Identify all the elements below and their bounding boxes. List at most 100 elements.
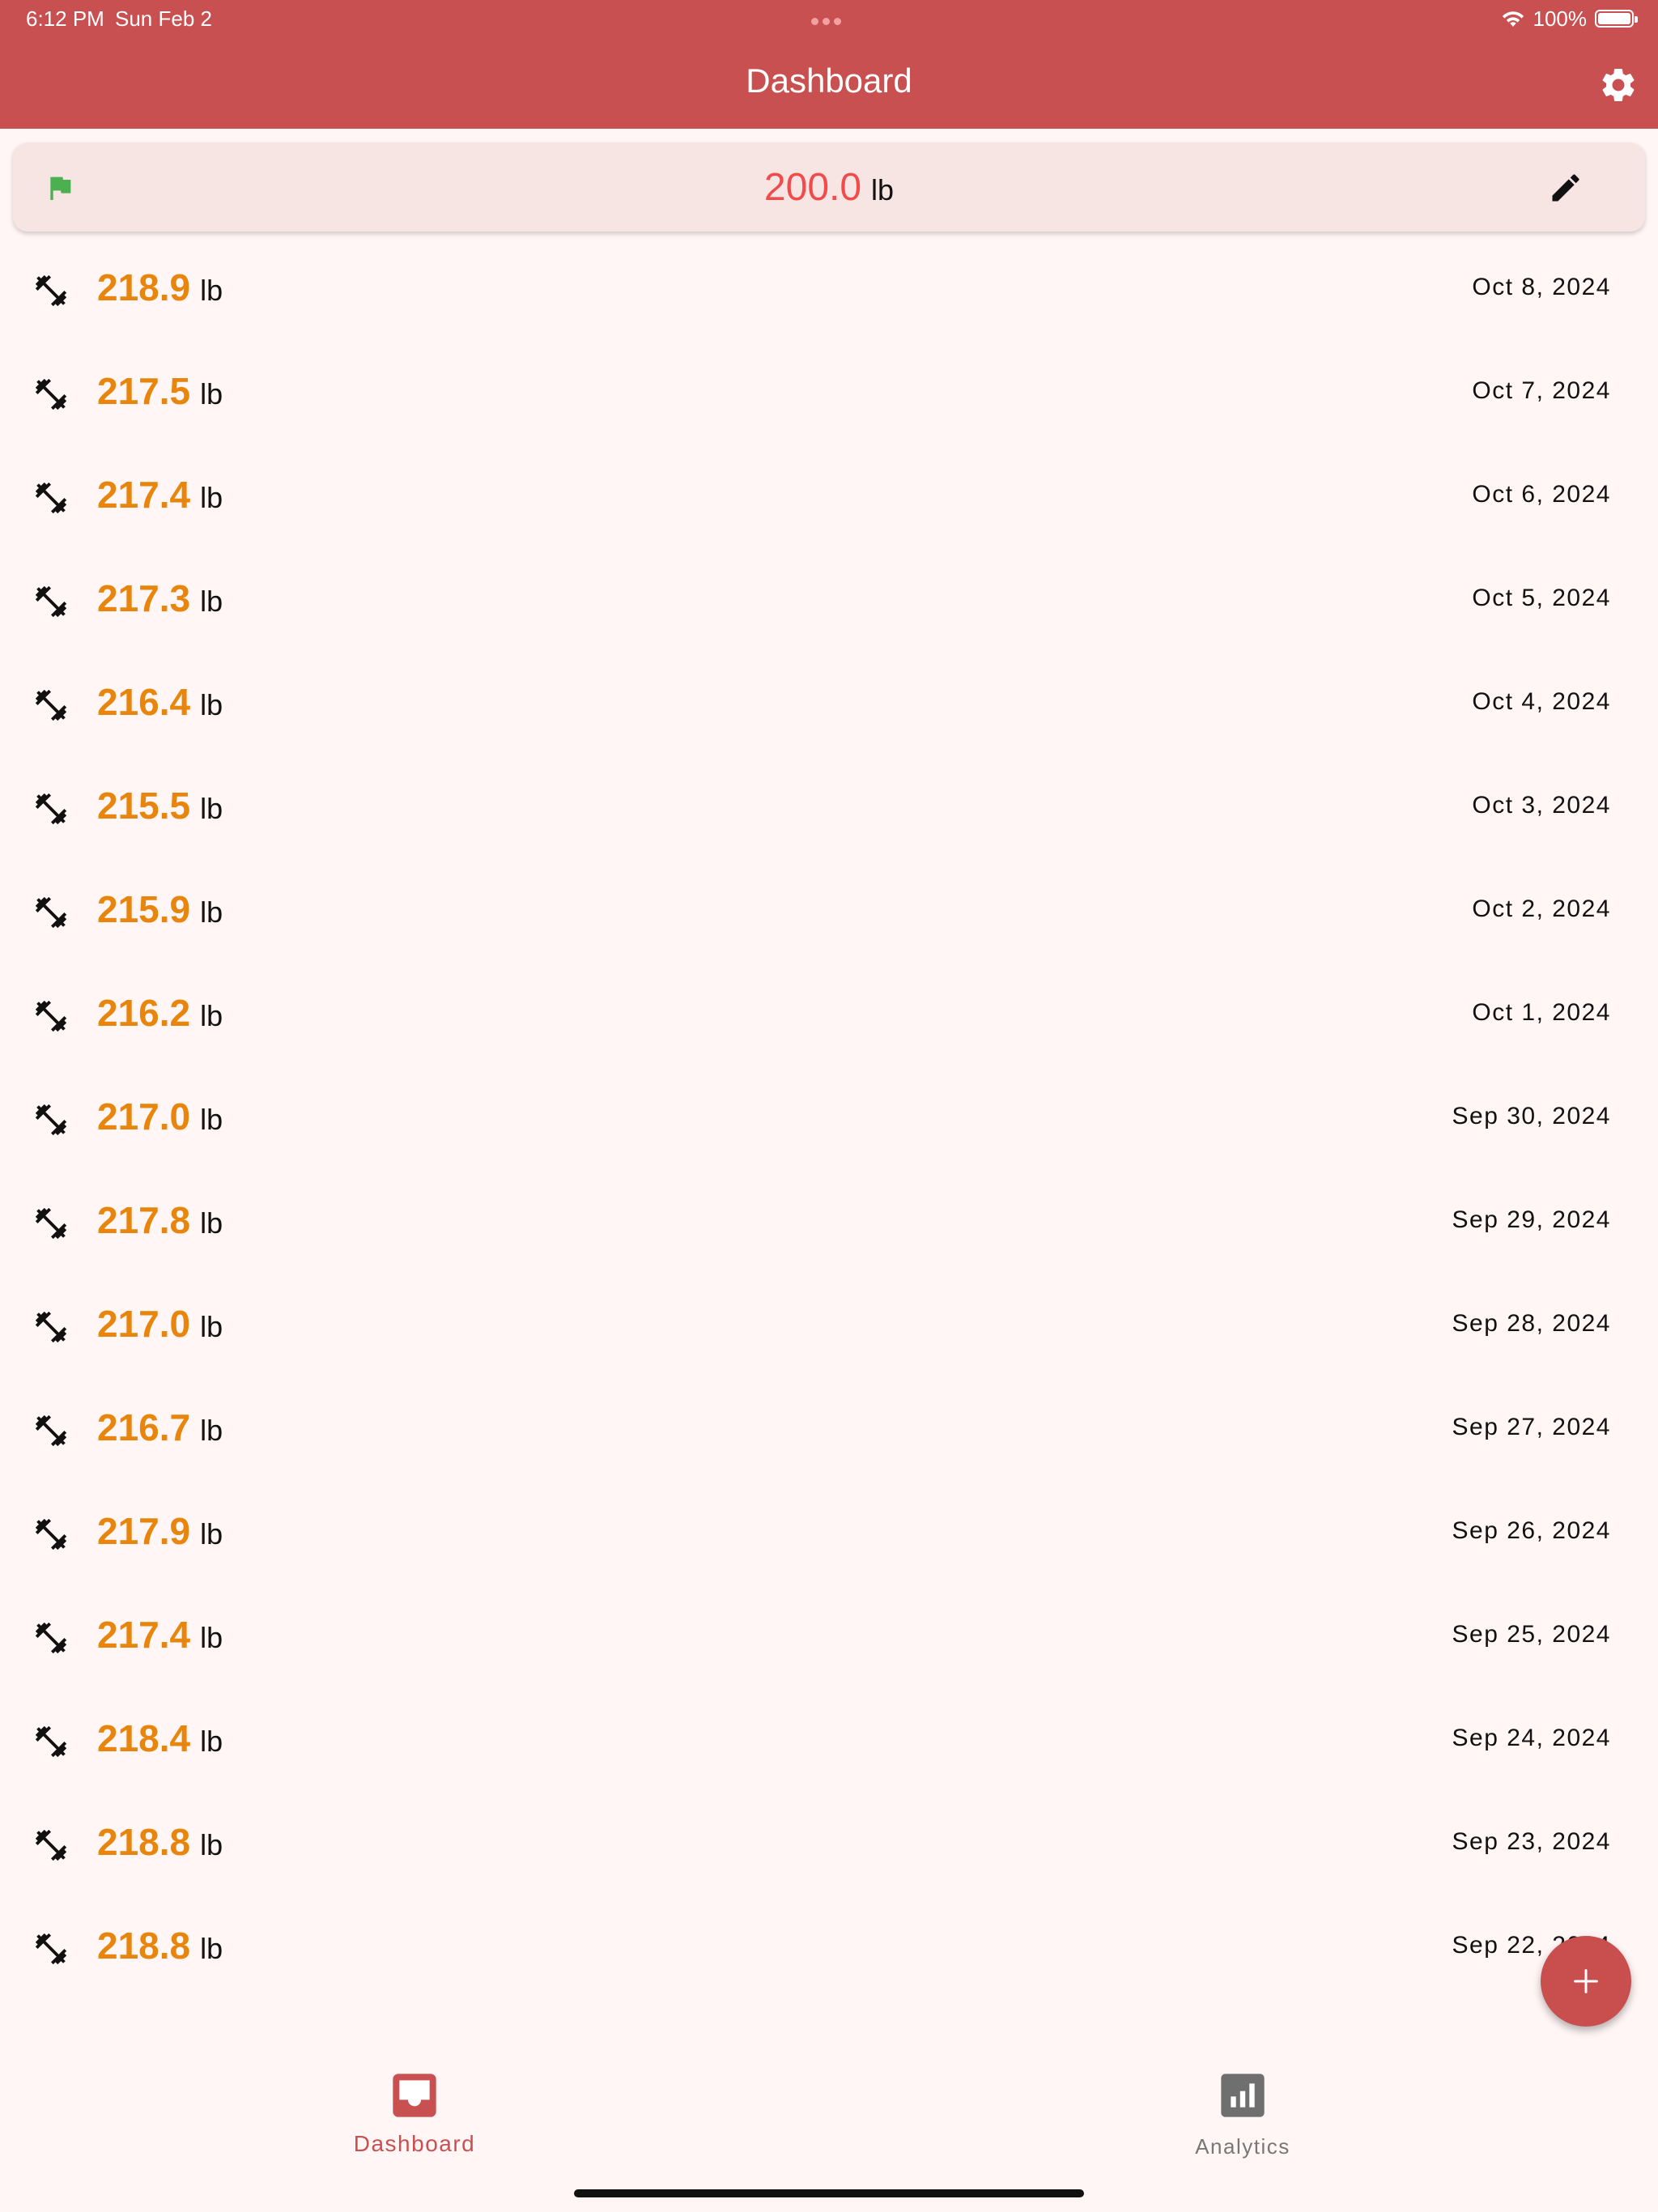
entry-date: Sep 26, 2024 xyxy=(1452,1517,1611,1544)
list-item[interactable]: 217.8 lb Sep 29, 2024 xyxy=(0,1168,1658,1271)
entry-weight-value: 217.8 xyxy=(97,1199,191,1241)
entry-weight-unit: lb xyxy=(200,481,223,514)
entry-weight-unit: lb xyxy=(200,274,223,307)
plus-icon xyxy=(1574,1969,1598,1993)
app-bar: 6:12 PM Sun Feb 2 100% Dashboard xyxy=(0,0,1658,129)
goal-card[interactable]: 200.0 lb xyxy=(13,143,1645,232)
add-entry-button[interactable] xyxy=(1541,1936,1631,2027)
entry-weight-unit: lb xyxy=(200,1725,223,1758)
entry-date: Oct 5, 2024 xyxy=(1472,585,1611,611)
entry-weight-unit: lb xyxy=(200,1517,223,1551)
fitness-dumbbell-icon xyxy=(32,479,70,517)
entry-weight: 217.3 lb xyxy=(97,576,223,620)
entry-weight-value: 218.4 xyxy=(97,1717,191,1759)
fitness-dumbbell-icon xyxy=(32,1723,70,1760)
fitness-dumbbell-icon xyxy=(32,1205,70,1242)
entry-weight: 217.9 lb xyxy=(97,1509,223,1553)
fitness-dumbbell-icon xyxy=(32,1827,70,1864)
entry-weight: 217.5 lb xyxy=(97,369,223,413)
fitness-dumbbell-icon xyxy=(32,894,70,931)
tab-analytics[interactable]: Analytics xyxy=(1081,2048,1405,2162)
list-item[interactable]: 216.4 lb Oct 4, 2024 xyxy=(0,649,1658,753)
fitness-dumbbell-icon xyxy=(32,790,70,827)
list-item[interactable]: 218.8 lb Sep 22, 2024 xyxy=(0,1893,1658,1997)
page-title: Dashboard xyxy=(746,62,912,100)
tab-analytics-label: Analytics xyxy=(1195,2134,1290,2159)
bar-chart-icon xyxy=(1221,2074,1265,2117)
entry-weight-unit: lb xyxy=(200,1414,223,1447)
wifi-icon xyxy=(1502,11,1524,27)
list-item[interactable]: 217.4 lb Sep 25, 2024 xyxy=(0,1582,1658,1686)
entry-weight: 217.4 lb xyxy=(97,473,223,517)
entry-date: Oct 6, 2024 xyxy=(1472,481,1611,508)
entry-weight-value: 217.4 xyxy=(97,474,191,516)
entry-weight: 217.0 lb xyxy=(97,1095,223,1138)
list-item[interactable]: 218.8 lb Sep 23, 2024 xyxy=(0,1789,1658,1893)
entry-date: Sep 24, 2024 xyxy=(1452,1725,1611,1751)
entry-weight: 217.4 lb xyxy=(97,1613,223,1657)
inbox-icon xyxy=(393,2074,436,2117)
entry-date: Sep 29, 2024 xyxy=(1452,1206,1611,1233)
list-item[interactable]: 217.4 lb Oct 6, 2024 xyxy=(0,442,1658,546)
entry-weight: 216.7 lb xyxy=(97,1406,223,1449)
fitness-dumbbell-icon xyxy=(32,376,70,413)
list-item[interactable]: 215.5 lb Oct 3, 2024 xyxy=(0,753,1658,857)
weight-entry-list[interactable]: 218.9 lb Oct 8, 2024 217.5 lb Oct 7, 2024 217.… xyxy=(0,235,1658,2048)
list-item[interactable]: 217.3 lb Oct 5, 2024 xyxy=(0,546,1658,649)
entry-date: Oct 1, 2024 xyxy=(1472,999,1611,1026)
fitness-dumbbell-icon xyxy=(32,1101,70,1138)
fitness-dumbbell-icon xyxy=(32,583,70,620)
fitness-dumbbell-icon xyxy=(32,1516,70,1553)
fitness-dumbbell-icon xyxy=(32,1308,70,1346)
entry-weight-value: 218.9 xyxy=(97,266,191,308)
entry-weight-unit: lb xyxy=(200,1828,223,1861)
entry-date: Sep 28, 2024 xyxy=(1452,1310,1611,1337)
entry-weight-value: 216.2 xyxy=(97,992,191,1034)
status-date: Sun Feb 2 xyxy=(115,6,212,31)
entry-weight-unit: lb xyxy=(200,688,223,721)
entry-weight-unit: lb xyxy=(200,792,223,825)
entry-weight-unit: lb xyxy=(200,1206,223,1240)
entry-weight: 215.9 lb xyxy=(97,887,223,931)
entry-date: Sep 25, 2024 xyxy=(1452,1621,1611,1648)
list-item[interactable]: 217.5 lb Oct 7, 2024 xyxy=(0,338,1658,442)
entry-weight: 218.4 lb xyxy=(97,1716,223,1760)
entry-date: Oct 4, 2024 xyxy=(1472,688,1611,715)
entry-weight-value: 218.8 xyxy=(97,1821,191,1863)
entry-weight-value: 215.9 xyxy=(97,888,191,930)
fitness-dumbbell-icon xyxy=(32,687,70,724)
list-item[interactable]: 215.9 lb Oct 2, 2024 xyxy=(0,857,1658,960)
entry-weight: 218.8 lb xyxy=(97,1924,223,1967)
entry-date: Sep 23, 2024 xyxy=(1452,1828,1611,1855)
pencil-icon[interactable] xyxy=(1548,170,1584,206)
list-item[interactable]: 216.2 lb Oct 1, 2024 xyxy=(0,960,1658,1064)
fitness-dumbbell-icon xyxy=(32,998,70,1035)
list-item[interactable]: 218.4 lb Sep 24, 2024 xyxy=(0,1686,1658,1789)
tab-dashboard-label: Dashboard xyxy=(353,2131,476,2156)
entry-weight: 215.5 lb xyxy=(97,784,223,827)
entry-weight-unit: lb xyxy=(200,585,223,618)
tab-dashboard[interactable]: Dashboard xyxy=(253,2048,576,2162)
entry-weight: 218.8 lb xyxy=(97,1820,223,1864)
list-item[interactable]: 217.0 lb Sep 30, 2024 xyxy=(0,1064,1658,1168)
entry-date: Oct 7, 2024 xyxy=(1472,377,1611,404)
gear-icon[interactable] xyxy=(1598,65,1639,105)
goal-weight: 200.0 lb xyxy=(13,165,1645,210)
entry-weight-value: 217.0 xyxy=(97,1095,191,1138)
status-right: 100% xyxy=(1501,5,1638,32)
fitness-dumbbell-icon xyxy=(32,1930,70,1967)
list-item[interactable]: 217.0 lb Sep 28, 2024 xyxy=(0,1271,1658,1375)
entry-weight-unit: lb xyxy=(200,1621,223,1654)
list-item[interactable]: 218.9 lb Oct 8, 2024 xyxy=(0,235,1658,338)
entry-date: Oct 8, 2024 xyxy=(1472,274,1611,300)
entry-weight-unit: lb xyxy=(200,1310,223,1343)
multitasking-dots-icon[interactable] xyxy=(811,15,847,25)
list-item[interactable]: 217.9 lb Sep 26, 2024 xyxy=(0,1478,1658,1582)
home-indicator[interactable] xyxy=(574,2189,1084,2197)
status-time: 6:12 PM xyxy=(26,6,104,31)
list-item[interactable]: 216.7 lb Sep 27, 2024 xyxy=(0,1375,1658,1478)
entry-weight: 218.9 lb xyxy=(97,266,223,309)
entry-weight: 217.0 lb xyxy=(97,1302,223,1346)
entry-date: Sep 30, 2024 xyxy=(1452,1103,1611,1129)
entry-weight-value: 218.8 xyxy=(97,1925,191,1967)
